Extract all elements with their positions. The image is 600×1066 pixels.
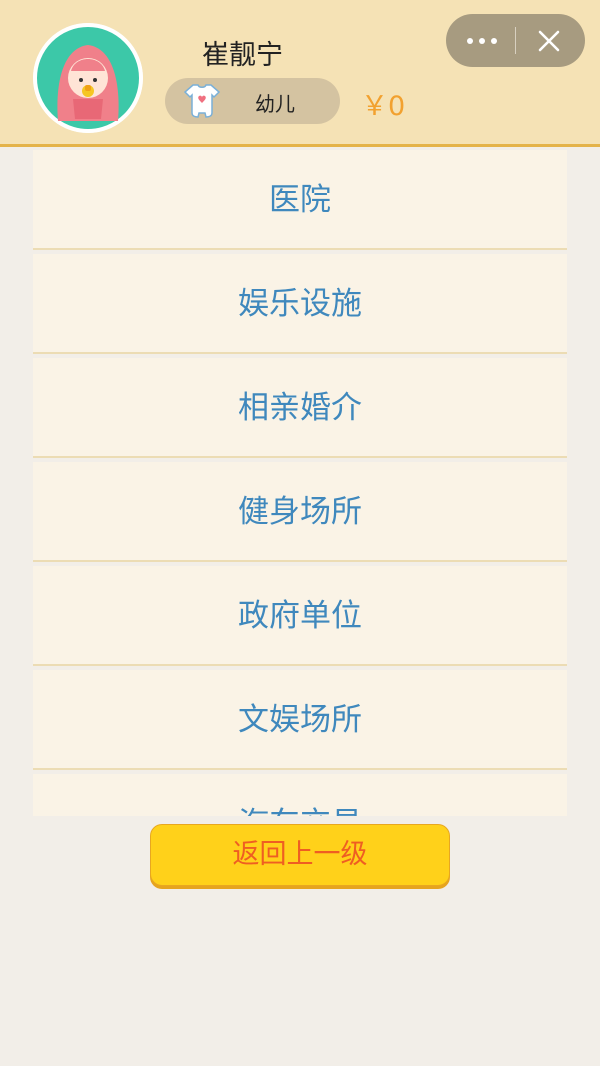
menu-item-entertainment-facilities[interactable]: 娱乐设施 (33, 254, 567, 354)
baby-onesie-icon (183, 84, 221, 118)
close-icon[interactable] (534, 26, 564, 56)
baby-avatar-icon[interactable] (33, 23, 143, 133)
back-button[interactable]: 返回上一级 (150, 824, 450, 886)
menu-item-culture-entertainment[interactable]: 文娱场所 (33, 670, 567, 770)
menu-item-hospital[interactable]: 医院 (33, 150, 567, 250)
money-balance: ￥0 (361, 91, 406, 122)
username: 崔靓宁 (202, 40, 283, 71)
menu-item-government[interactable]: 政府单位 (33, 566, 567, 666)
menu-item-matchmaking[interactable]: 相亲婚介 (33, 358, 567, 458)
menu-item-fitness[interactable]: 健身场所 (33, 462, 567, 562)
menu-item-car-trading[interactable]: 汽车交易 (33, 774, 567, 816)
profile-header: 崔靓宁 幼儿 ￥0 (0, 0, 600, 147)
miniprogram-capsule (446, 14, 585, 67)
category-menu-list[interactable]: 医院 娱乐设施 相亲婚介 健身场所 政府单位 文娱场所 汽车交易 (33, 150, 567, 816)
more-dots-icon[interactable] (464, 26, 500, 54)
stage-badge: 幼儿 (165, 78, 340, 124)
stage-label: 幼儿 (255, 92, 295, 116)
capsule-divider (515, 27, 516, 54)
